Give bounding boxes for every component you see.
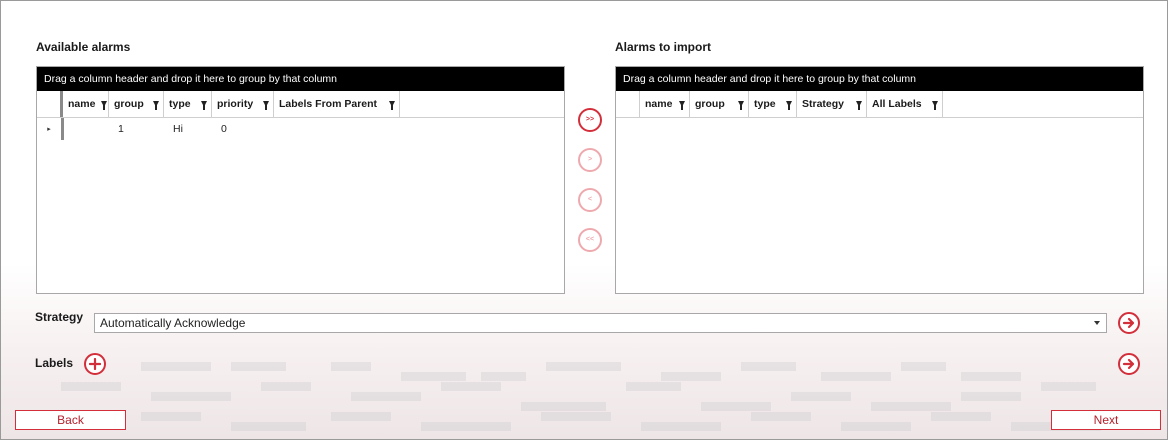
apply-strategy-button[interactable] <box>1118 312 1140 334</box>
column-header-label: group <box>114 98 144 110</box>
add-label-button[interactable] <box>84 353 106 375</box>
chevron-down-icon <box>1094 321 1100 325</box>
grid-header-row: name group type Strategy All Labels <box>616 91 1143 118</box>
column-header-all-labels[interactable]: All Labels <box>867 91 943 117</box>
column-header-label: All Labels <box>872 98 922 110</box>
table-row[interactable]: ▸ 1 Hi 0 <box>37 118 564 140</box>
filter-icon[interactable] <box>101 101 108 110</box>
filter-icon[interactable] <box>201 101 207 110</box>
background-decoration <box>1 356 1167 439</box>
filter-icon[interactable] <box>738 101 744 110</box>
column-header-label: type <box>754 98 776 110</box>
column-header-label: priority <box>217 98 254 110</box>
column-header-group[interactable]: group <box>690 91 749 117</box>
move-all-left-button[interactable]: << <box>578 228 602 252</box>
filter-icon[interactable] <box>856 101 862 110</box>
filter-icon[interactable] <box>679 101 685 110</box>
back-button[interactable]: Back <box>15 410 126 430</box>
arrow-right-circle-icon <box>1122 317 1135 329</box>
strategy-select[interactable]: Automatically Acknowledge <box>94 313 1107 333</box>
column-header-name[interactable]: name <box>63 91 109 117</box>
filter-icon[interactable] <box>389 101 395 110</box>
arrow-right-circle-icon <box>1122 358 1135 370</box>
plus-circle-icon <box>89 358 101 370</box>
column-header-priority[interactable]: priority <box>212 91 274 117</box>
group-by-panel[interactable]: Drag a column header and drop it here to… <box>616 67 1143 91</box>
row-separator <box>61 118 64 140</box>
available-alarms-title: Available alarms <box>36 40 131 54</box>
alarms-to-import-grid: Drag a column header and drop it here to… <box>615 66 1144 294</box>
filter-icon[interactable] <box>153 101 159 110</box>
column-header-label: type <box>169 98 191 110</box>
column-header-group[interactable]: group <box>109 91 164 117</box>
row-indicator-header <box>37 91 63 117</box>
move-right-button[interactable]: > <box>578 148 602 172</box>
column-header-labels-from-parent[interactable]: Labels From Parent <box>274 91 400 117</box>
cell-priority[interactable]: 0 <box>216 123 278 135</box>
apply-labels-button[interactable] <box>1118 353 1140 375</box>
column-header-label: group <box>695 98 725 110</box>
cell-type[interactable]: Hi <box>168 123 216 135</box>
move-all-right-button[interactable]: >> <box>578 108 602 132</box>
column-header-label: Strategy <box>802 98 845 110</box>
cell-group[interactable]: 1 <box>113 123 168 135</box>
alarms-to-import-title: Alarms to import <box>615 40 712 54</box>
strategy-label: Strategy <box>35 310 84 324</box>
column-header-label: name <box>645 98 673 110</box>
column-header-label: name <box>68 98 96 110</box>
column-header-type[interactable]: type <box>749 91 797 117</box>
grid-header-row: name group type priority Labels From Par… <box>37 91 564 118</box>
available-alarms-grid: Drag a column header and drop it here to… <box>36 66 565 294</box>
filter-icon[interactable] <box>786 101 792 110</box>
column-header-name[interactable]: name <box>640 91 690 117</box>
column-header-strategy[interactable]: Strategy <box>797 91 867 117</box>
row-indicator-header <box>616 91 640 117</box>
filter-icon[interactable] <box>932 101 938 110</box>
row-indicator-icon: ▸ <box>47 126 51 133</box>
column-header-type[interactable]: type <box>164 91 212 117</box>
labels-label: Labels <box>35 356 74 370</box>
column-header-label: Labels From Parent <box>279 98 378 110</box>
move-left-button[interactable]: < <box>578 188 602 212</box>
strategy-selected-value: Automatically Acknowledge <box>100 316 246 330</box>
import-alarms-dialog: Available alarms Drag a column header an… <box>0 0 1168 440</box>
group-by-panel[interactable]: Drag a column header and drop it here to… <box>37 67 564 91</box>
filter-icon[interactable] <box>263 101 269 110</box>
next-button[interactable]: Next <box>1051 410 1161 430</box>
